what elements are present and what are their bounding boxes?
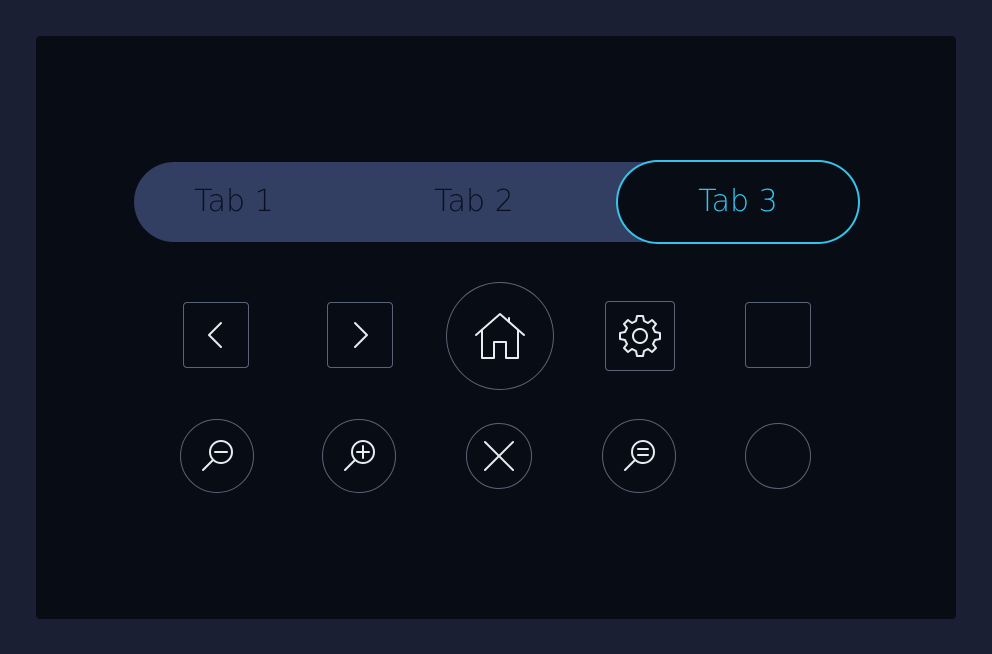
previous-button[interactable]	[183, 302, 249, 368]
empty-square-button[interactable]	[745, 302, 811, 368]
tab-bar: Tab 1 Tab 2 Tab 3	[134, 160, 860, 244]
search-filter-button[interactable]	[602, 419, 676, 493]
chevron-right-icon	[354, 322, 368, 348]
home-icon	[475, 313, 525, 359]
settings-button[interactable]	[605, 301, 675, 371]
tab-1[interactable]: Tab 1	[134, 162, 334, 242]
empty-circle-button[interactable]	[745, 423, 811, 489]
gear-icon	[619, 315, 661, 357]
close-icon	[484, 441, 514, 471]
tab-3[interactable]: Tab 3	[616, 160, 860, 244]
search-equal-icon	[624, 440, 655, 471]
zoom-in-button[interactable]	[322, 419, 396, 493]
chevron-left-icon	[208, 322, 222, 348]
zoom-out-button[interactable]	[180, 419, 254, 493]
home-button[interactable]	[446, 282, 554, 390]
zoom-out-icon	[202, 440, 233, 471]
next-button[interactable]	[327, 302, 393, 368]
close-button[interactable]	[466, 423, 532, 489]
zoom-in-icon	[344, 440, 375, 471]
tab-2[interactable]: Tab 2	[374, 162, 574, 242]
